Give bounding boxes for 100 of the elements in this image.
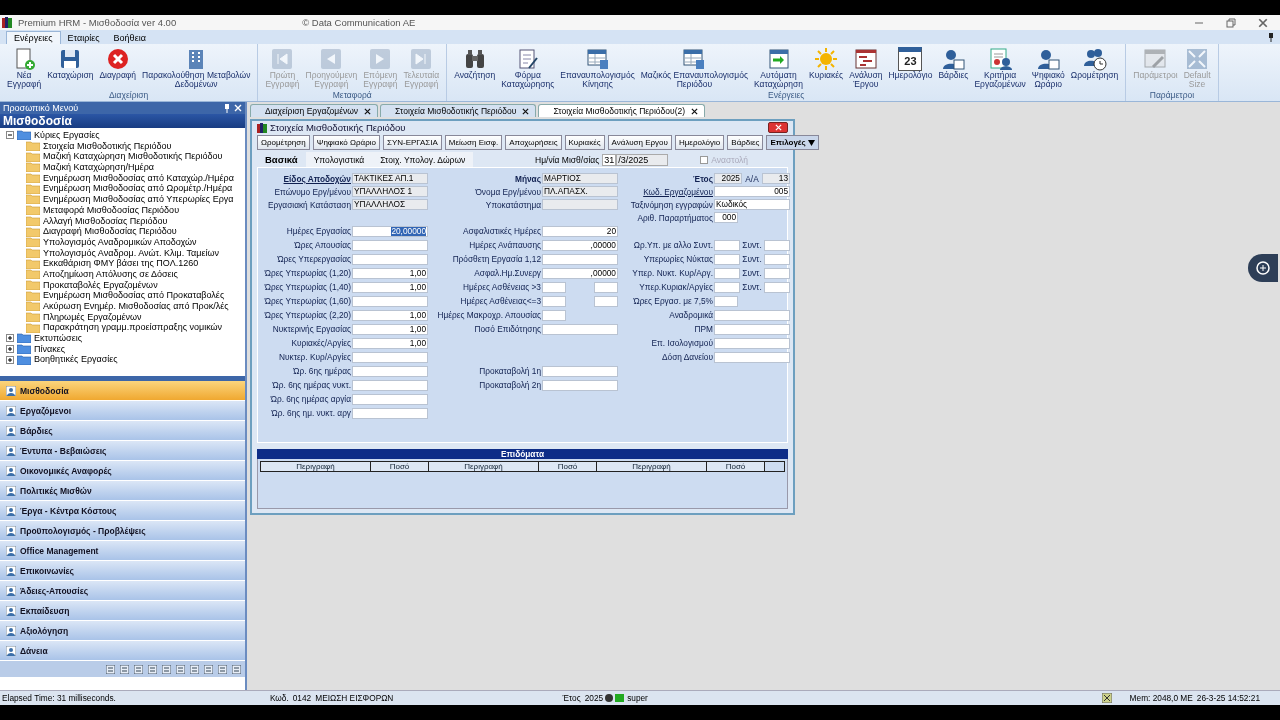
input-field[interactable] — [542, 365, 618, 377]
ribbon-tab[interactable]: Εταιρίες — [60, 31, 107, 44]
ribbon-button[interactable]: 23 Ημερολόγιο — [885, 47, 936, 80]
input-field[interactable]: ΤΑΚΤΙΚΕΣ ΑΠ.1 — [352, 173, 428, 184]
form-button[interactable]: Βάρδιες — [727, 135, 764, 150]
input-field[interactable] — [542, 323, 618, 335]
input-field[interactable] — [542, 309, 566, 321]
column-header[interactable]: Περιγραφή — [261, 462, 371, 471]
input-field[interactable] — [763, 267, 790, 279]
restore-icon[interactable] — [1226, 17, 1236, 28]
input-field[interactable] — [714, 309, 790, 321]
input-field[interactable] — [714, 267, 741, 279]
toolbar-icon[interactable] — [134, 664, 143, 674]
toolbar-icon[interactable] — [162, 664, 171, 674]
input-field[interactable]: ΠΛ.ΑΠΑΣΧ. — [542, 186, 618, 197]
toolbar-icon[interactable] — [148, 664, 157, 674]
input-field[interactable]: 20,00000 — [352, 225, 428, 237]
input-field[interactable] — [763, 239, 790, 251]
nav-item[interactable]: Πολιτικές Μισθών — [0, 481, 245, 501]
toolbar-icon[interactable] — [120, 664, 129, 674]
tree-item[interactable]: Εκκαθάριση ΦΜΥ βάσει της ΠΟΛ.1260 — [43, 258, 199, 269]
tree-item[interactable]: Μαζική Καταχώρηση/Ημέρα — [43, 162, 154, 173]
input-field[interactable] — [594, 295, 618, 307]
ribbon-button[interactable]: Επαναυπολογισμός Κίνησης — [557, 47, 638, 89]
input-field[interactable] — [763, 281, 790, 293]
tree-item[interactable]: Αποζημίωση Απόλυσης σε Δόσεις — [43, 268, 178, 280]
tree-item[interactable]: Υπολογισμός Αναδρομ. Ανώτ. Κλιμ. Ταμείων — [43, 247, 219, 259]
column-header[interactable]: Ποσό — [707, 462, 765, 471]
input-field[interactable]: 1,00 — [352, 323, 428, 335]
tree-item[interactable]: Βοηθητικές Εργασίες — [34, 354, 118, 366]
nav-item[interactable]: Έντυπα - Βεβαιώσεις — [0, 441, 245, 461]
column-header[interactable]: Περιγραφή — [429, 462, 539, 471]
tree-item[interactable]: Υπολογισμός Αναδρομικών Αποδοχών — [43, 236, 197, 248]
collapse-icon[interactable] — [6, 131, 14, 140]
nav-item[interactable]: Εκπαίδευση — [0, 601, 245, 621]
day-field[interactable]: 31 — [602, 153, 617, 166]
date-field[interactable]: /3/2025 — [616, 153, 669, 166]
form-button[interactable]: Αποχωρήσεις — [505, 135, 562, 150]
toolbar-icon[interactable] — [218, 664, 227, 674]
expand-icon[interactable] — [6, 355, 14, 364]
tree-item[interactable]: Πληρωμές Εργαζομένων — [43, 311, 142, 323]
input-field[interactable] — [714, 337, 790, 349]
form-button[interactable]: Ωρομέτρηση — [257, 135, 310, 150]
ribbon-button[interactable]: Ωρομέτρηση — [1067, 47, 1122, 80]
column-header[interactable]: Ποσό — [539, 462, 597, 471]
tree-item[interactable]: Ενημέρωση Μισθοδοσίας από Προκαταβολές — [43, 290, 225, 301]
input-field[interactable]: Κωδικός — [714, 199, 790, 210]
tree-item[interactable]: Ενημέρωση Μισθοδοσίας από Καταχώρ./Ημέρα — [43, 172, 234, 184]
toolbar-icon[interactable] — [176, 664, 185, 674]
ribbon-button[interactable]: Διαγραφή — [96, 47, 140, 80]
form-button[interactable]: Κυριακές — [564, 135, 605, 150]
form-button[interactable]: ΣΥΝ-ΕΡΓΑΣΙΑ — [382, 135, 442, 150]
tree-item[interactable]: Παρακράτηση γραμμ.προείσπραξης νομικών — [43, 322, 223, 334]
input-field[interactable]: ,00000 — [542, 239, 618, 251]
tree-item[interactable]: Στοιχεία Μισθοδοτικής Περιόδου — [43, 140, 172, 152]
pin-icon[interactable] — [224, 103, 230, 113]
nav-item[interactable]: Δάνεια — [0, 641, 245, 661]
input-field[interactable] — [714, 239, 741, 251]
nav-item[interactable]: Έργα - Κέντρα Κόστους — [0, 501, 245, 521]
ribbon-tab[interactable]: Ενέργειες — [6, 31, 61, 44]
column-header[interactable]: Ποσό — [371, 462, 429, 471]
pin-icon[interactable] — [1268, 32, 1274, 42]
tree-item[interactable]: Διαγραφή Μισθοδοσίας Περιόδου — [43, 226, 177, 237]
tree-item[interactable]: Αλλαγή Μισθοδοσίας Περιόδου — [43, 215, 168, 227]
ribbon-button[interactable]: Φόρμα Καταχώρησης — [498, 47, 558, 89]
tree-item[interactable]: Ακύρωση Ενημέρ. Μισθοδοσίας από Προκ/λές — [43, 301, 229, 312]
input-field[interactable] — [352, 365, 428, 377]
nav-item[interactable]: Επικοινωνίες — [0, 561, 245, 581]
input-field[interactable] — [714, 253, 741, 265]
input-field[interactable] — [352, 239, 428, 251]
input-field[interactable] — [714, 295, 738, 307]
ribbon-button[interactable]: Ψηφιακό Ωράριο — [1028, 47, 1068, 89]
toolbar-icon[interactable] — [190, 664, 199, 674]
document-tab[interactable]: Στοιχεία Μισθοδοτικής Περιόδου(2) — [538, 104, 706, 117]
document-tab[interactable]: Διαχείριση Εργαζομένων — [250, 104, 379, 117]
nav-item[interactable]: Office Management — [0, 541, 245, 561]
input-field[interactable] — [714, 281, 741, 293]
tree-item[interactable]: Πίνακες — [34, 343, 66, 355]
nav-item[interactable]: Άδειες-Απουσίες — [0, 581, 245, 601]
field-link[interactable]: Κωδ. Εργαζομένου — [618, 186, 714, 197]
input-field[interactable]: ΥΠΑΛΛΗΛΟΣ 1 — [352, 186, 428, 197]
input-field[interactable] — [714, 351, 790, 363]
ribbon-button[interactable]: Ανάλυση Έργου — [846, 47, 886, 89]
input-field[interactable]: 1,00 — [352, 281, 428, 293]
nav-item[interactable]: Προϋπολογισμός - Προβλέψεις — [0, 521, 245, 541]
ribbon-button[interactable]: Αναζήτηση — [451, 47, 499, 80]
input-field[interactable] — [542, 281, 566, 293]
input-field[interactable] — [714, 323, 790, 335]
nav-item[interactable]: Αξιολόγηση — [0, 621, 245, 641]
toolbar-icon[interactable] — [204, 664, 213, 674]
input-field[interactable] — [542, 199, 618, 210]
subtab[interactable]: Υπολογιστικά — [305, 152, 373, 167]
input-field[interactable] — [594, 281, 618, 293]
tree-item[interactable]: Ενημέρωση Μισθοδοσίας από Ωρομέτρ./Ημέρα — [43, 183, 233, 195]
input-field[interactable]: 20 — [542, 225, 618, 237]
input-field[interactable]: 005 — [714, 186, 790, 197]
form-button[interactable]: Ημερολόγιο — [674, 135, 725, 150]
tree-item[interactable]: Προκαταβολές Εργαζομένων — [43, 279, 158, 291]
nav-item[interactable]: Οικονομικές Αναφορές — [0, 461, 245, 481]
ribbon-tab[interactable]: Βοήθεια — [106, 31, 153, 44]
